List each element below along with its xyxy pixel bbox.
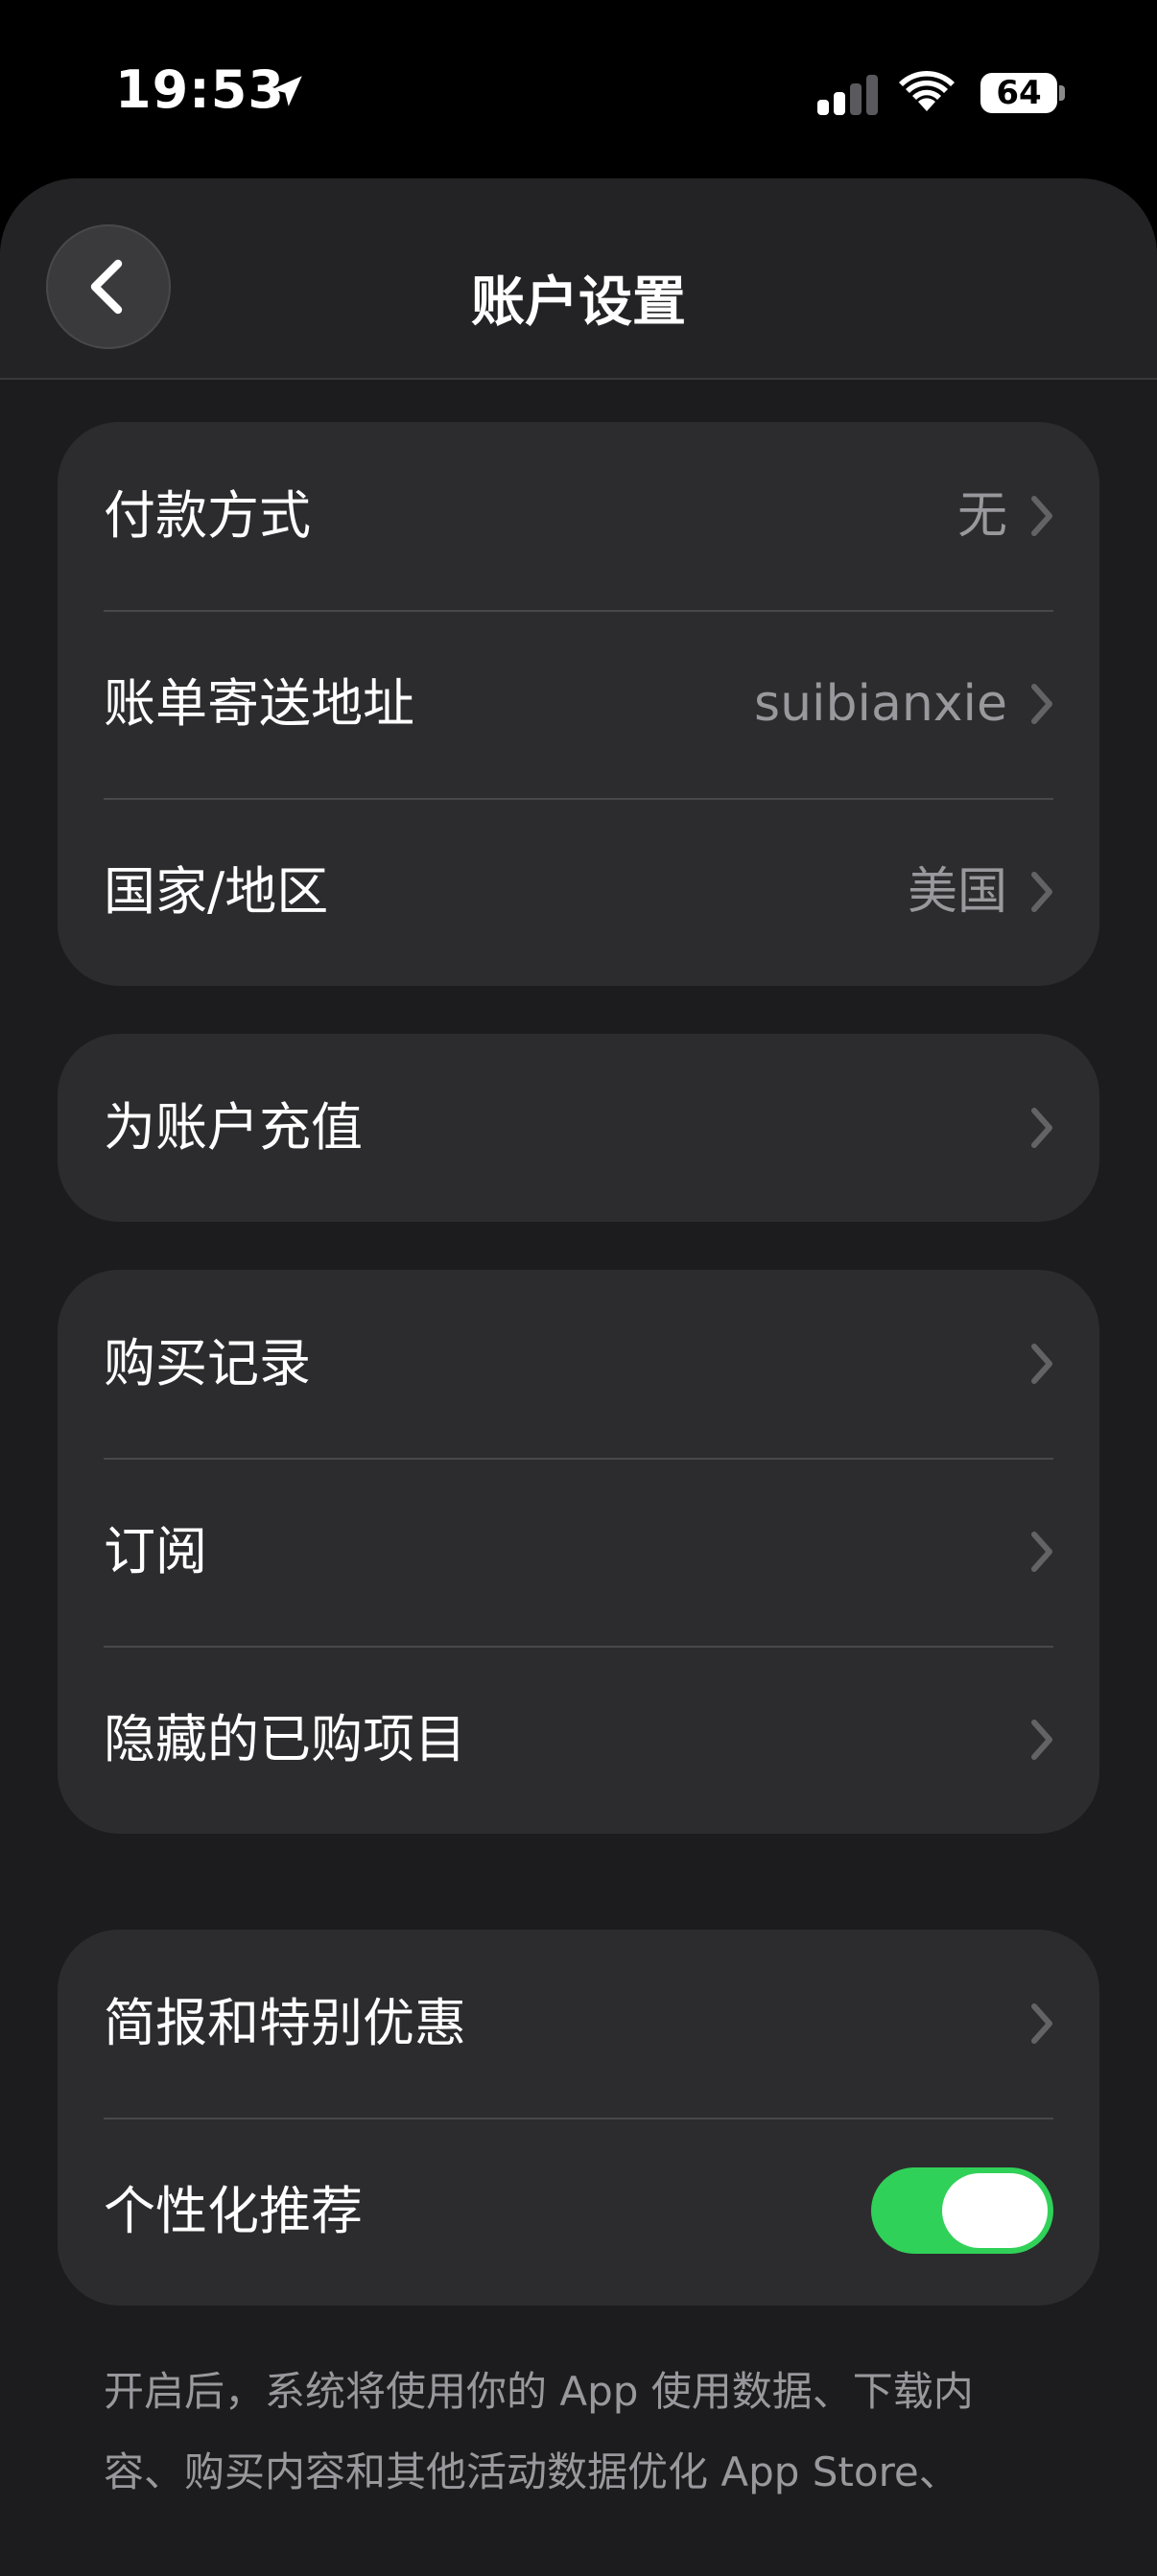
- row-label: 订阅: [104, 1521, 207, 1581]
- personalized-recommendations-row: 个性化推荐: [58, 2118, 1099, 2306]
- chevron-right-icon: [1031, 1532, 1052, 1572]
- status-bar: 19:53 64: [0, 0, 1157, 182]
- row-label: 付款方式: [104, 485, 311, 546]
- nav-bar: 账户设置: [0, 178, 1157, 380]
- add-funds-row[interactable]: 为账户充值: [58, 1034, 1099, 1222]
- chevron-right-icon: [1031, 2003, 1052, 2044]
- toggle-knob: [942, 2173, 1048, 2248]
- row-label: 购买记录: [104, 1333, 311, 1393]
- purchase-history-row[interactable]: 购买记录: [58, 1270, 1099, 1458]
- chevron-right-icon: [1031, 1344, 1052, 1384]
- marketing-group: 简报和特别优惠 个性化推荐: [58, 1930, 1099, 2306]
- row-label: 国家/地区: [104, 861, 329, 922]
- row-value: suibianxie: [754, 675, 1007, 733]
- subscriptions-row[interactable]: 订阅: [58, 1458, 1099, 1646]
- battery-level: 64: [996, 74, 1042, 112]
- topup-group: 为账户充值: [58, 1034, 1099, 1222]
- chevron-right-icon: [1031, 684, 1052, 724]
- chevron-right-icon: [1031, 872, 1052, 912]
- page-title: 账户设置: [471, 271, 686, 334]
- row-label: 隐藏的已购项目: [104, 1709, 466, 1769]
- cellular-signal-icon: [817, 75, 878, 115]
- chevron-right-icon: [1031, 496, 1052, 536]
- row-label: 个性化推荐: [104, 2181, 363, 2241]
- row-value: 无: [956, 487, 1007, 545]
- wifi-icon: [899, 70, 955, 111]
- location-arrow-icon: [272, 76, 302, 106]
- country-region-row[interactable]: 国家/地区 美国: [58, 798, 1099, 986]
- row-label: 为账户充值: [104, 1097, 363, 1158]
- account-settings-sheet: 账户设置 付款方式 无 账单寄送地址 suibianxie 国家/地区 美国 为…: [0, 178, 1157, 2576]
- personalization-footnote: 开启后，系统将使用你的 App 使用数据、下载内容、购买内容和其他活动数据优化 …: [104, 2368, 974, 2495]
- newsletters-offers-row[interactable]: 简报和特别优惠: [58, 1930, 1099, 2118]
- chevron-right-icon: [1031, 1720, 1052, 1760]
- personalized-recommendations-toggle[interactable]: [871, 2167, 1053, 2254]
- billing-address-row[interactable]: 账单寄送地址 suibianxie: [58, 610, 1099, 798]
- payment-method-row[interactable]: 付款方式 无: [58, 422, 1099, 610]
- purchases-group: 购买记录 订阅 隐藏的已购项目: [58, 1270, 1099, 1834]
- row-label: 简报和特别优惠: [104, 1993, 466, 2053]
- row-value: 美国: [907, 863, 1007, 921]
- row-label: 账单寄送地址: [104, 673, 414, 734]
- account-info-group: 付款方式 无 账单寄送地址 suibianxie 国家/地区 美国: [58, 422, 1099, 986]
- battery-tip: [1059, 85, 1065, 101]
- battery-icon: 64: [980, 73, 1057, 113]
- chevron-right-icon: [1031, 1108, 1052, 1148]
- hidden-purchases-row[interactable]: 隐藏的已购项目: [58, 1646, 1099, 1834]
- status-time: 19:53: [115, 59, 285, 120]
